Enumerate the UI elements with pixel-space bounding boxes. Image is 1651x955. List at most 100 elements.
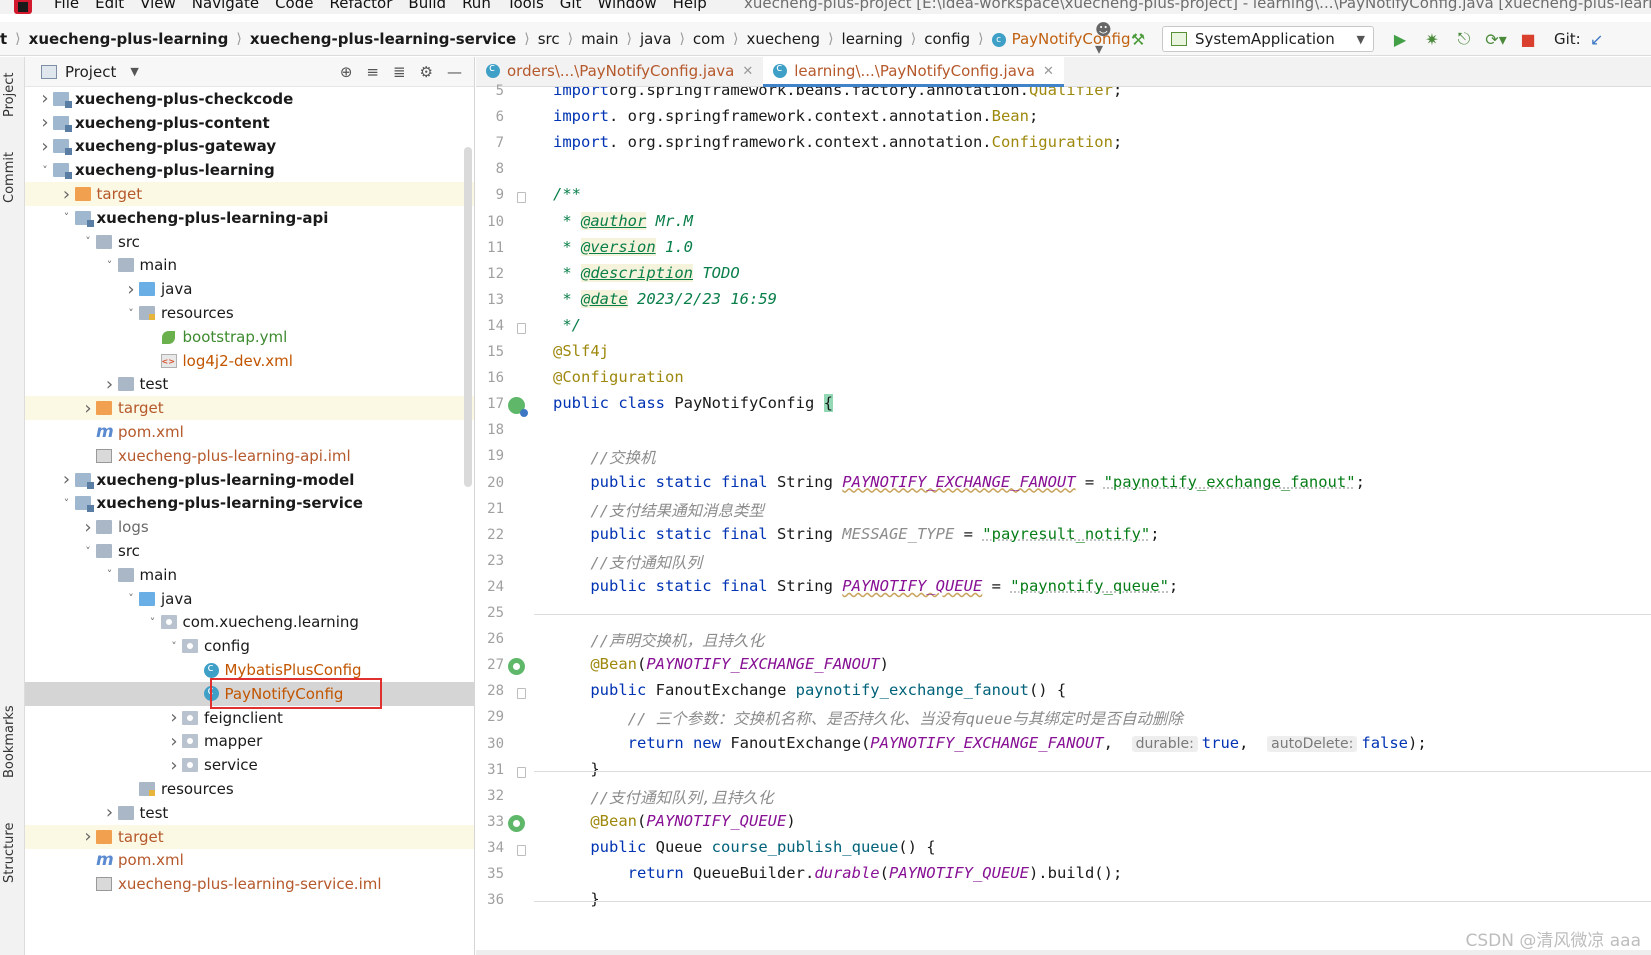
chevron-right-icon[interactable]: › [59, 469, 75, 490]
chevron-right-icon[interactable]: › [37, 88, 53, 109]
tree-item[interactable]: ˅ xuecheng-plus-learning-service [25, 492, 474, 516]
breadcrumb-item[interactable]: xuecheng [746, 30, 820, 48]
menu-item-build[interactable]: Build [408, 0, 446, 12]
chevron-down-icon[interactable]: ˅ [37, 164, 53, 177]
project-scrollbar[interactable] [464, 147, 472, 487]
chevron-right-icon[interactable]: › [80, 826, 96, 847]
breadcrumb-item[interactable]: main [581, 30, 618, 48]
tree-item[interactable]: › target [25, 824, 474, 849]
tree-item[interactable]: ˅ java [25, 587, 474, 611]
chevron-down-icon[interactable]: ˅ [59, 211, 75, 224]
locate-icon[interactable]: ⊕ [340, 63, 353, 81]
editor-tab[interactable]: orders\...\PayNotifyConfig.java ✕ [476, 56, 763, 86]
tree-item[interactable]: m pom.xml [25, 420, 474, 444]
tree-item[interactable]: › target [25, 396, 474, 421]
tree-item[interactable]: bootstrap.yml [25, 325, 474, 349]
build-hammer-icon[interactable]: ⚒ [1127, 28, 1149, 50]
chevron-down-icon[interactable]: ˅ [123, 592, 139, 605]
user-icon[interactable]: ☻▾ [1095, 20, 1117, 58]
structure-tool-tab[interactable]: Structure [2, 813, 22, 893]
chevron-right-icon[interactable]: › [166, 707, 182, 728]
tree-item[interactable]: xuecheng-plus-learning-service.iml [25, 872, 474, 896]
tree-item[interactable]: ˅ config [25, 634, 474, 658]
breadcrumb-item[interactable]: xuecheng-plus-learning-service [250, 30, 516, 48]
menu-item-refactor[interactable]: Refactor [329, 0, 392, 12]
tree-item[interactable]: ˅ resources [25, 301, 474, 325]
fold-marker-icon[interactable] [517, 766, 526, 778]
tree-item[interactable]: ˅ main [25, 563, 474, 587]
fold-marker-icon[interactable] [517, 192, 526, 204]
tree-item[interactable]: › service [25, 753, 474, 777]
tree-item[interactable]: ˅ xuecheng-plus-learning-api [25, 206, 474, 230]
tree-item[interactable]: › logs [25, 515, 474, 539]
editor-tab[interactable]: learning\...\PayNotifyConfig.java ✕ [763, 56, 1064, 87]
run-configuration-select[interactable]: SystemApplication ▼ [1162, 26, 1374, 52]
fold-marker-icon[interactable] [517, 688, 526, 700]
breadcrumb-item[interactable]: xuecheng-plus-learning [29, 30, 229, 48]
tree-item[interactable]: › test [25, 801, 474, 825]
chevron-down-icon[interactable]: ˅ [102, 259, 118, 272]
bookmarks-tool-tab[interactable]: Bookmarks [2, 697, 22, 787]
tree-item[interactable]: › test [25, 373, 474, 397]
commit-tool-tab[interactable]: Commit [2, 145, 22, 209]
tree-item[interactable]: log4j2-dev.xml [25, 349, 474, 373]
tree-item[interactable]: › xuecheng-plus-content [25, 111, 474, 135]
code-area[interactable]: importorg.springframework.beans.factory.… [534, 87, 1651, 955]
expand-all-icon[interactable]: ≡ [366, 63, 379, 81]
chevron-right-icon[interactable]: › [80, 398, 96, 419]
spring-bean-icon[interactable] [508, 658, 525, 676]
menu-item-view[interactable]: View [140, 0, 176, 12]
menu-item-code[interactable]: Code [275, 0, 313, 12]
chevron-right-icon[interactable]: › [166, 755, 182, 776]
chevron-right-icon[interactable]: › [37, 136, 53, 157]
chevron-down-icon[interactable]: ˅ [102, 568, 118, 581]
tree-item[interactable]: ˅ com.xuecheng.learning [25, 611, 474, 635]
spring-bean-icon[interactable] [508, 814, 525, 832]
tree-item[interactable]: › feignclient [25, 706, 474, 730]
run-icon[interactable]: ▶ [1389, 28, 1411, 50]
chevron-right-icon[interactable]: › [37, 112, 53, 133]
menu-item-edit[interactable]: Edit [95, 0, 124, 12]
tree-item[interactable]: ˅ src [25, 539, 474, 563]
collapse-all-icon[interactable]: ≣ [393, 63, 406, 81]
tree-item[interactable]: › mapper [25, 730, 474, 754]
fold-marker-icon[interactable] [517, 844, 526, 856]
chevron-down-icon[interactable]: ˅ [59, 497, 75, 510]
chevron-right-icon[interactable]: › [80, 517, 96, 538]
profile-icon[interactable]: ⟳▾ [1485, 28, 1507, 50]
chevron-right-icon[interactable]: › [166, 731, 182, 752]
menu-item-help[interactable]: Help [673, 0, 707, 12]
tree-item[interactable]: ˅ xuecheng-plus-learning [25, 158, 474, 182]
chevron-down-icon[interactable]: ▼ [130, 65, 138, 78]
menu-item-tools[interactable]: Tools [507, 0, 544, 12]
chevron-right-icon[interactable]: › [59, 184, 75, 205]
stop-icon[interactable]: ■ [1517, 28, 1539, 50]
tree-item[interactable]: › xuecheng-plus-checkcode [25, 87, 474, 111]
chevron-right-icon[interactable]: › [102, 802, 118, 823]
gear-icon[interactable]: ⚙ [420, 63, 433, 81]
tree-item[interactable]: xuecheng-plus-learning-api.iml [25, 444, 474, 468]
tree-item[interactable]: ˅ main [25, 254, 474, 278]
chevron-down-icon[interactable]: ˅ [80, 545, 96, 558]
close-icon[interactable]: ✕ [1043, 64, 1054, 79]
project-tool-tab[interactable]: Project [2, 65, 22, 125]
breadcrumb-item[interactable]: com [693, 30, 725, 48]
menu-item-file[interactable]: File [54, 0, 79, 12]
git-update-icon[interactable]: ↙ [1586, 28, 1608, 50]
chevron-down-icon[interactable]: ˅ [80, 235, 96, 248]
tree-item[interactable]: › xuecheng-plus-learning-model [25, 468, 474, 492]
menu-item-navigate[interactable]: Navigate [192, 0, 259, 12]
breadcrumb-item[interactable]: config [924, 30, 970, 48]
close-icon[interactable]: ✕ [742, 64, 753, 79]
hide-icon[interactable]: — [447, 63, 462, 81]
chevron-down-icon[interactable]: ˅ [166, 640, 182, 653]
debug-icon[interactable]: ✷ [1421, 28, 1443, 50]
tree-item[interactable]: ˅ src [25, 230, 474, 254]
tree-item[interactable]: resources [25, 777, 474, 801]
chevron-right-icon[interactable]: › [102, 374, 118, 395]
breadcrumb-item[interactable]: learning [842, 30, 903, 48]
chevron-down-icon[interactable]: ˅ [123, 307, 139, 320]
menu-item-run[interactable]: Run [462, 0, 491, 12]
tree-item[interactable]: › xuecheng-plus-gateway [25, 135, 474, 159]
tree-item[interactable]: › target [25, 182, 474, 206]
